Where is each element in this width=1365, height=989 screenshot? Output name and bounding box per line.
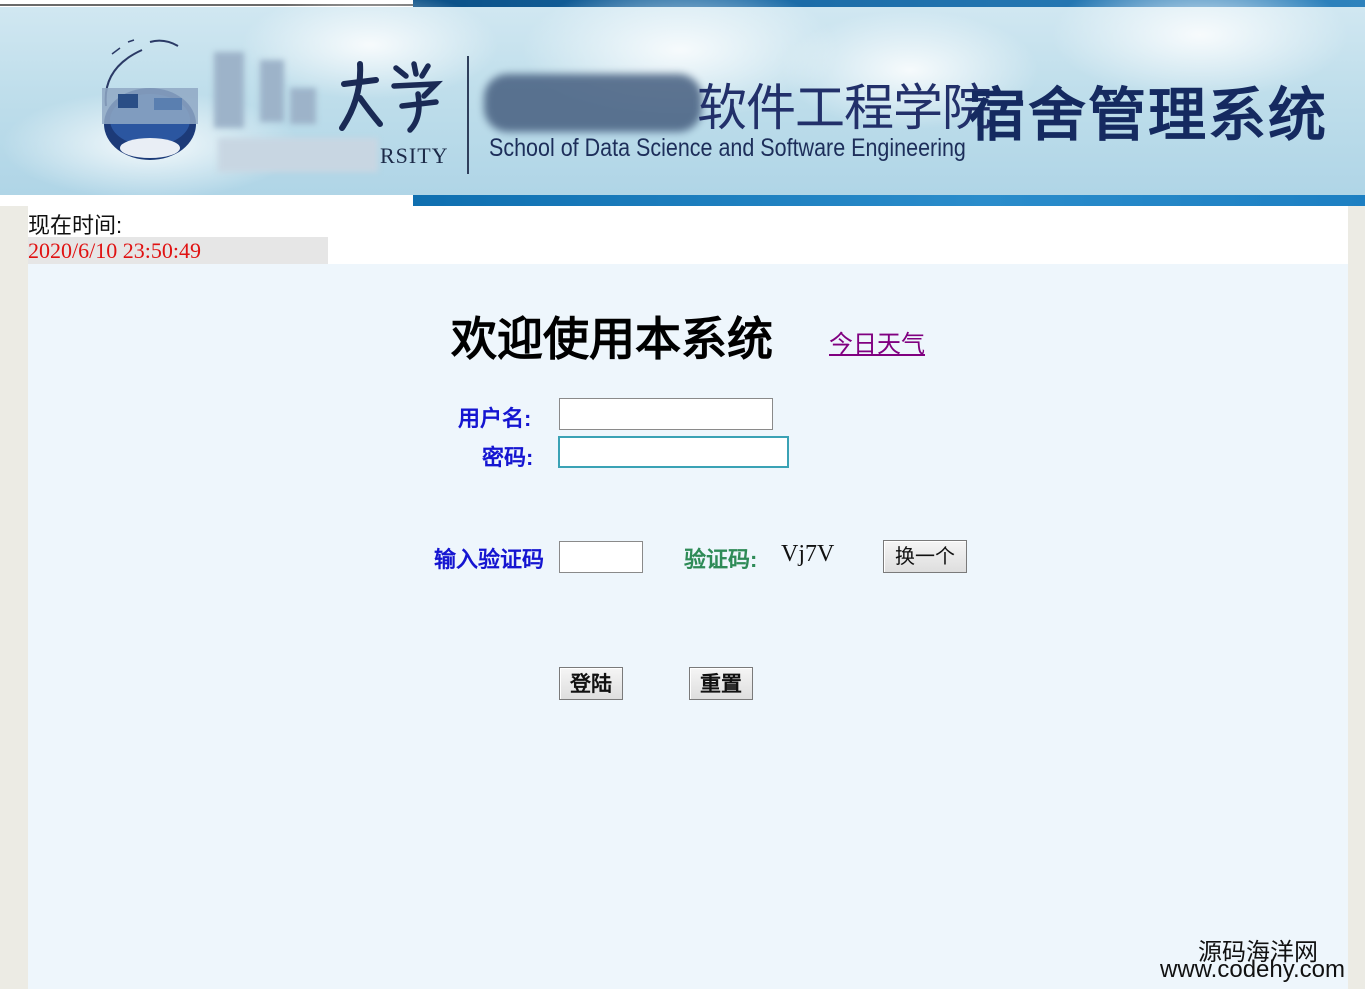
captcha-label: 验证码: <box>684 547 758 572</box>
college-name-en: School of Data Science and Software Engi… <box>489 134 966 162</box>
blurred-logo-text <box>214 52 244 128</box>
blurred-logo-text <box>218 138 378 172</box>
welcome-title: 欢迎使用本系统 <box>451 313 773 365</box>
clock-value: 2020/6/10 23:50:49 <box>28 238 201 263</box>
university-emblem-icon <box>102 39 198 160</box>
weather-link[interactable]: 今日天气 <box>829 324 925 359</box>
reset-button[interactable]: 重置 <box>689 667 753 700</box>
login-panel <box>28 264 1348 989</box>
banner-divider <box>467 56 469 174</box>
college-name-cn: 软件工程学院 <box>697 80 992 136</box>
username-input[interactable] <box>559 398 773 430</box>
banner-bottom-blue-strip <box>413 195 1365 206</box>
system-name: 宿舍管理系统 <box>968 83 1329 148</box>
captcha-input[interactable] <box>559 541 643 573</box>
blurred-logo-text <box>260 60 284 122</box>
university-logo-calligraphy <box>339 61 443 133</box>
header-banner: RSITY 软件工程学院 宿舍管理系统 School of Data Scien… <box>0 0 1365 206</box>
blurred-logo-text <box>290 88 316 124</box>
captcha-input-label: 输入验证码 <box>434 547 545 572</box>
watermark-line-2: www.codehy.com <box>1160 956 1345 983</box>
clock-label: 现在时间: <box>28 213 123 238</box>
captcha-refresh-button[interactable]: 换一个 <box>883 540 967 573</box>
university-name-en-fragment: RSITY <box>380 143 449 168</box>
password-label: 密码: <box>482 445 534 470</box>
password-input[interactable] <box>558 436 789 468</box>
captcha-code: Vj7V <box>781 541 835 567</box>
login-button[interactable]: 登陆 <box>559 667 623 700</box>
banner-bottom-white <box>0 195 413 206</box>
username-label: 用户名: <box>458 406 532 431</box>
blurred-college-prefix <box>484 74 702 132</box>
